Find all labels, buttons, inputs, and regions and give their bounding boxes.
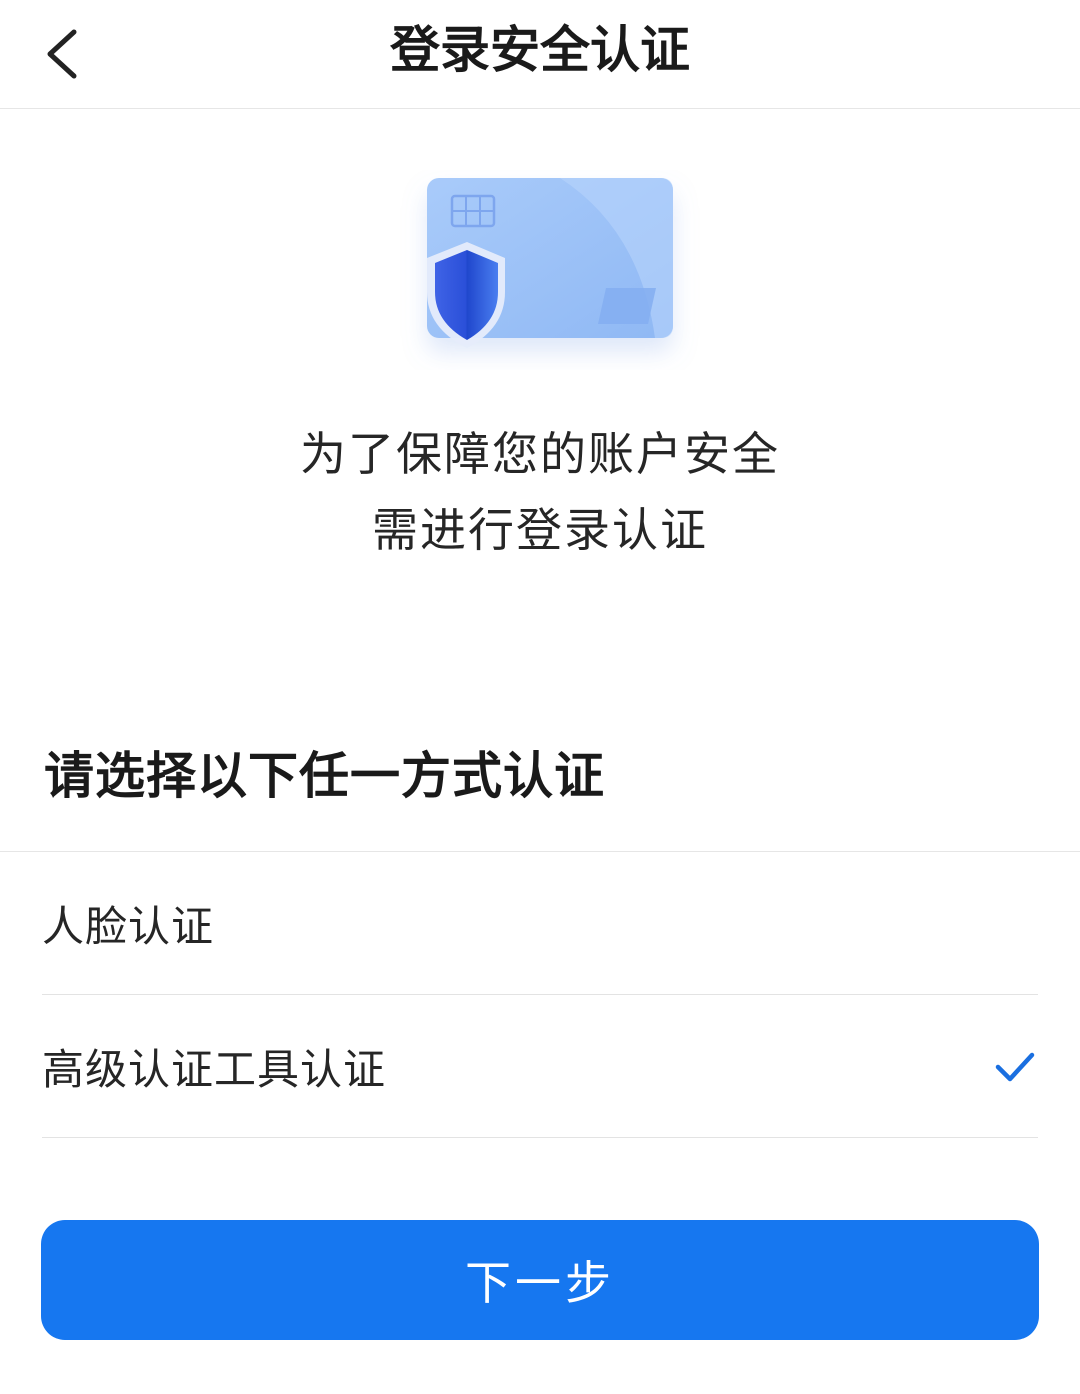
option-label: 人脸认证	[42, 901, 215, 951]
page-title: 登录安全认证	[390, 21, 690, 79]
option-label: 高级认证工具认证	[42, 1044, 387, 1094]
section-title: 请选择以下任一方式认证	[44, 747, 605, 805]
auth-options-list: 人脸认证 高级认证工具认证	[0, 851, 1080, 1138]
security-illustration	[380, 170, 700, 370]
top-bar: 登录安全认证	[0, 0, 1080, 109]
next-button[interactable]: 下一步	[41, 1220, 1039, 1340]
intro-line-2: 需进行登录认证	[372, 503, 708, 557]
intro-line-1: 为了保障您的账户安全	[300, 427, 780, 481]
checkmark-icon	[995, 1052, 1035, 1082]
intro-text: 为了保障您的账户安全 需进行登录认证	[0, 416, 1080, 568]
option-advanced-tool-auth[interactable]: 高级认证工具认证	[42, 995, 1038, 1138]
option-face-auth[interactable]: 人脸认证	[42, 852, 1038, 995]
